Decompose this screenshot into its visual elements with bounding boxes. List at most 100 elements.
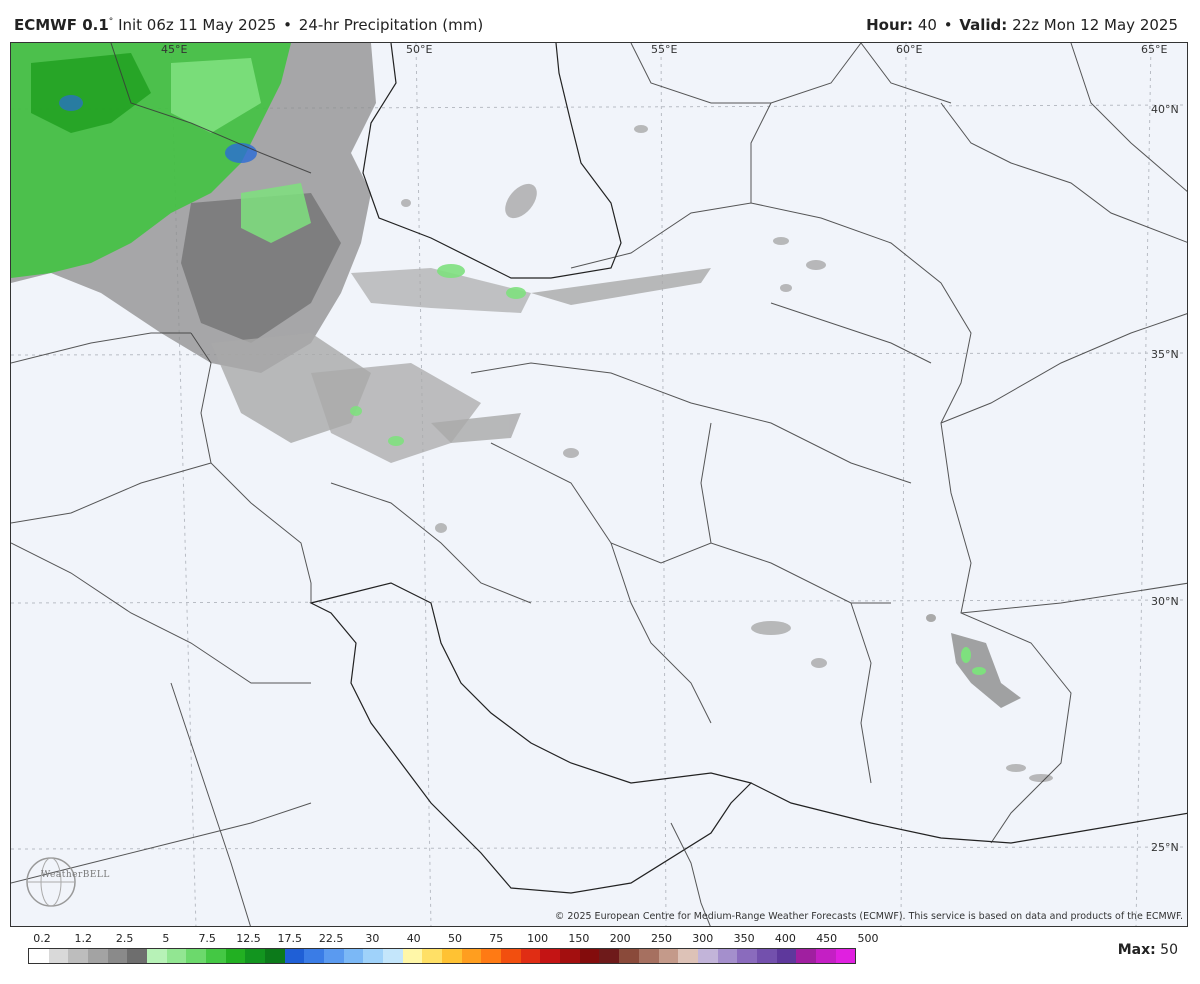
legend-swatch [304,949,325,963]
lon-label-55: 55°E [651,43,678,56]
legend-swatch [265,949,285,963]
legend-swatch [776,949,797,963]
legend-label: 50 [448,932,462,945]
lon-label-65: 65°E [1141,43,1168,56]
legend-swatch [540,949,561,963]
legend-label: 30 [365,932,380,945]
lon-label-50: 50°E [406,43,433,56]
valid-label: Valid: [959,16,1008,34]
legend-swatch [481,949,502,963]
legend-label: 75 [489,932,504,945]
map-canvas [11,43,1187,926]
lat-label-40: 40°N [1151,103,1179,116]
legend-swatch [402,949,423,963]
precipitation-map: 50°E 55°E 60°E 65°E 45°E 40°N 35°N 30°N … [10,42,1188,927]
lat-label-35: 35°N [1151,348,1179,361]
legend-swatch [619,949,639,963]
hour-value: 40 [917,16,937,34]
legend-swatch [383,949,403,963]
legend-swatch [245,949,266,963]
legend-label: 300 [692,932,714,945]
legend-swatch [68,949,89,963]
legend-swatch [29,949,49,963]
precip-northwest [11,43,531,463]
legend-swatch [737,949,757,963]
legend-swatch [284,949,305,963]
legend-swatch [658,949,679,963]
product-name: 24-hr Precipitation (mm) [298,16,484,34]
header: ECMWF 0.1° Init 06z 11 May 2025 • 24-hr … [0,0,1200,40]
legend-swatch [815,949,836,963]
lon-label-60: 60°E [896,43,923,56]
legend-swatch [422,949,443,963]
init-time: Init 06z 11 May 2025 [118,16,277,34]
legend-label: 500 [857,932,879,945]
legend-labels: 0.2 1.2 2.5 5 7.5 12.5 17.5 22.5 30 40 50 75 100 150 2… [28,932,878,946]
precip-southeast [926,614,1021,708]
legend-label: 200 [609,932,631,945]
header-valid: Hour: 40 • Valid: 22z Mon 12 May 2025 [866,16,1178,34]
model-name: ECMWF 0.1 [14,16,109,34]
copyright-notice: © 2025 European Centre for Medium-Range … [554,911,1183,922]
legend-swatch [343,949,364,963]
logo-text: WeatherBELL [41,870,110,880]
legend-swatch [186,949,207,963]
legend-swatch [678,949,698,963]
legend-swatch [579,949,600,963]
legend-label: 7.5 [198,932,216,945]
legend-swatch [560,949,580,963]
legend-label: 350 [733,932,755,945]
max-label: Max: [1117,942,1156,958]
legend-swatch [697,949,718,963]
lat-label-25: 25°N [1151,841,1179,854]
precip-scattered [401,125,1053,782]
coastlines [309,43,1187,894]
bullet-separator-2: • [943,16,953,34]
precip-legend: 0.2 1.2 2.5 5 7.5 12.5 17.5 22.5 30 40 50 75 100 150 2… [28,930,879,970]
legend-swatch [599,949,620,963]
legend-label: 0.2 [33,932,51,945]
max-readout: Max: 50 [1118,942,1178,958]
valid-value: 22z Mon 12 May 2025 [1012,16,1178,34]
legend-swatch [147,949,167,963]
legend-swatch [324,949,344,963]
legend-label: 5 [162,932,170,945]
header-title: ECMWF 0.1° Init 06z 11 May 2025 • 24-hr … [14,16,483,34]
bullet-separator: • [283,16,292,34]
degree-sign: ° [108,17,114,27]
legend-swatch [206,949,226,963]
legend-swatch [166,949,187,963]
hour-label: Hour: [866,16,914,34]
legend-swatch [717,949,738,963]
lat-label-30: 30°N [1151,595,1179,608]
legend-label: 2.5 [115,932,134,945]
legend-label: 100 [527,932,549,945]
legend-swatch [127,949,148,963]
legend-swatch [638,949,659,963]
legend-label: 22.5 [318,932,344,945]
legend-swatch [501,949,521,963]
lon-label-45: 45°E [161,43,188,56]
legend-label: 250 [651,932,672,945]
legend-label: 400 [774,932,796,945]
legend-color-bar [28,948,856,964]
legend-swatch [520,949,541,963]
legend-swatch [88,949,108,963]
max-value: 50 [1160,942,1178,958]
legend-swatch [796,949,816,963]
legend-swatch [363,949,384,963]
legend-swatch [107,949,128,963]
legend-label: 150 [568,932,590,945]
weatherbell-logo: WeatherBELL [19,842,129,912]
legend-label: 450 [816,932,838,945]
legend-label: 40 [406,932,421,945]
legend-swatch [48,949,69,963]
legend-label: 17.5 [277,932,303,945]
legend-swatch [461,949,482,963]
legend-swatch [756,949,777,963]
legend-label: 12.5 [236,932,261,945]
legend-swatch [225,949,246,963]
legend-label: 1.2 [74,932,93,945]
legend-swatch [442,949,462,963]
legend-swatch [835,949,856,963]
